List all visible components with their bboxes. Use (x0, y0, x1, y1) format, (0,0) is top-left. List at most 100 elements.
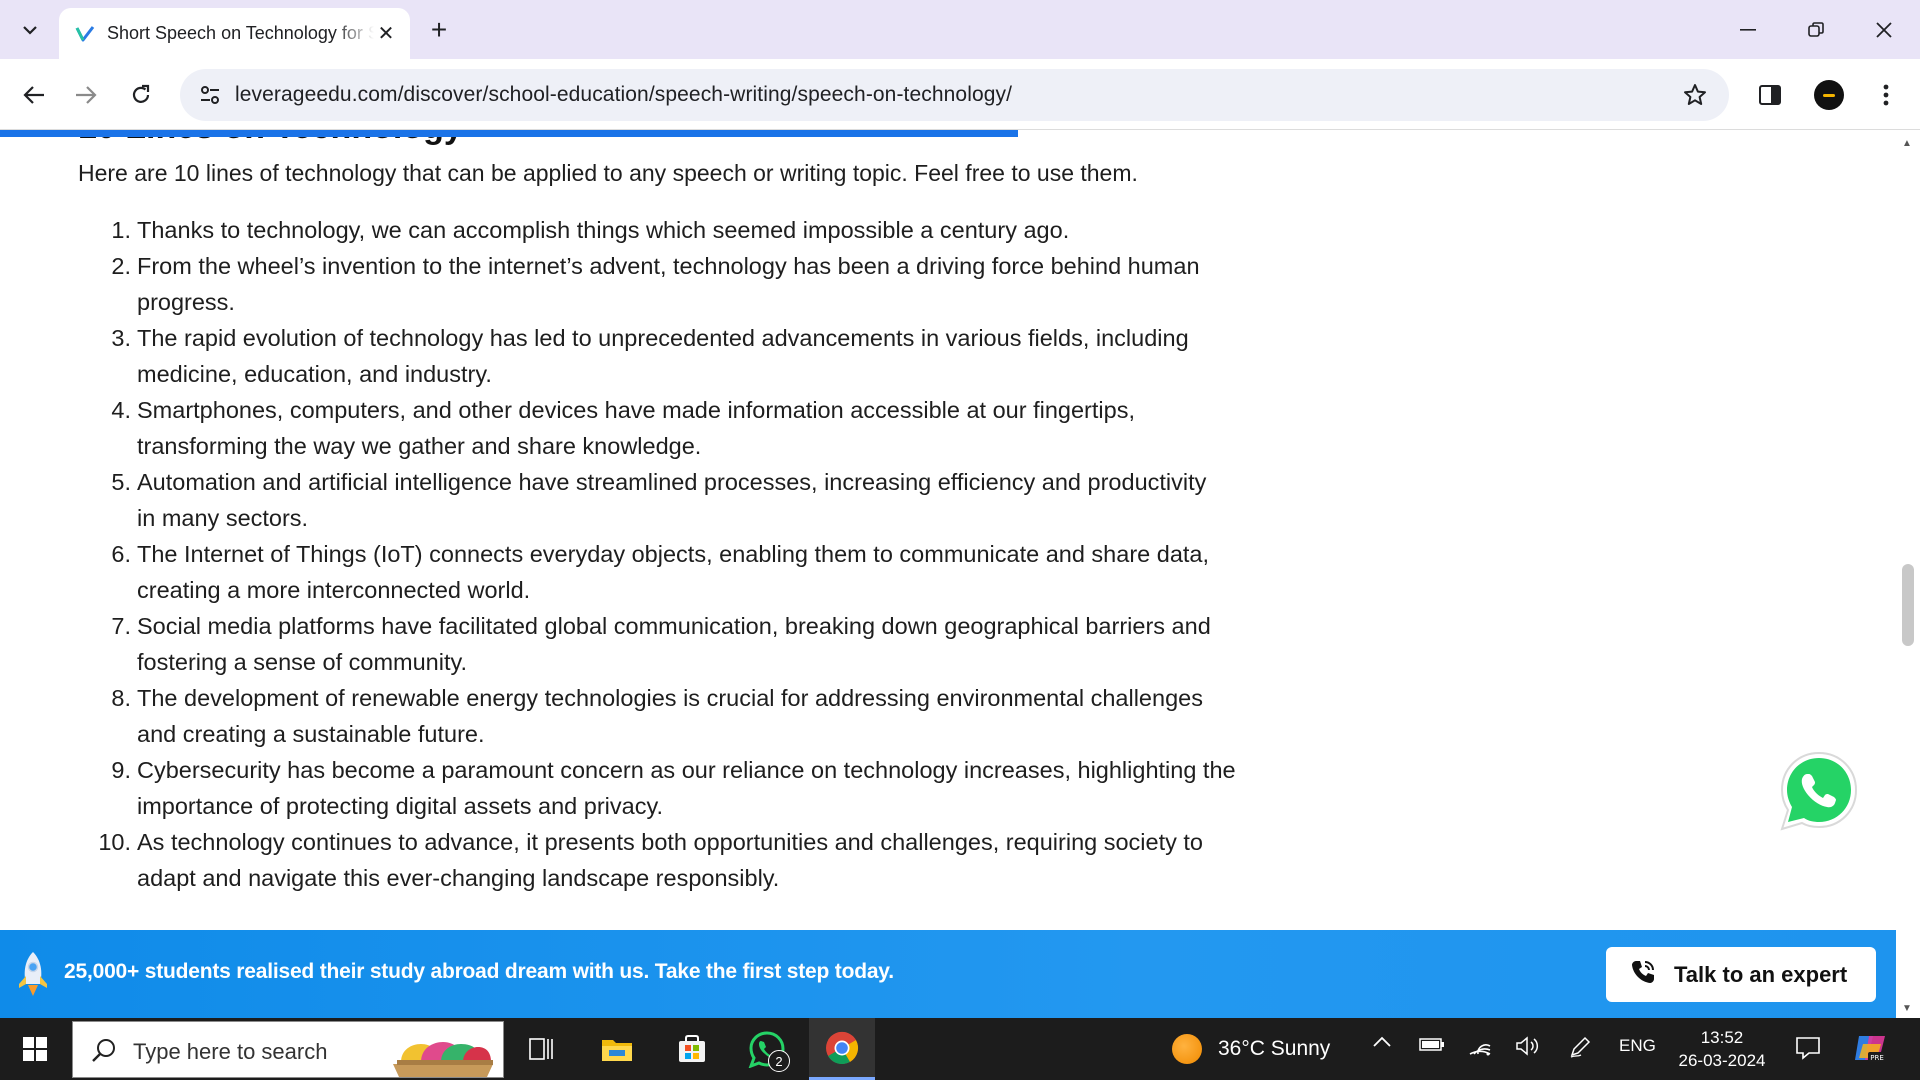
list-item-text: Social media platforms have facilitated … (137, 613, 1211, 639)
list-item-number: 6. (111, 541, 131, 567)
list-item: 6. The Internet of Things (IoT) connects … (90, 536, 1260, 572)
cta-label: Talk to an expert (1674, 961, 1848, 987)
active-tab[interactable]: Short Speech on Technology for Students … (59, 8, 410, 59)
search-placeholder: Type here to search (133, 1039, 328, 1064)
list-item-number (90, 788, 137, 824)
list-item: 3. The rapid evolution of technology has … (90, 320, 1260, 356)
copilot-icon[interactable]: PRE (1853, 1032, 1887, 1064)
list-item-text: importance of protecting digital assets … (137, 793, 663, 819)
list-item-number: 9. (111, 757, 131, 783)
address-bar[interactable]: leverageedu.com/discover/school-educatio… (180, 69, 1729, 121)
chrome-icon[interactable] (809, 1018, 875, 1080)
tab-title: Short Speech on Technology for Students (107, 23, 374, 43)
weather-text: 36°C Sunny (1218, 1037, 1331, 1060)
reload-icon[interactable] (121, 75, 161, 115)
sun-icon (1172, 1034, 1202, 1064)
windows-start-icon[interactable] (0, 1018, 70, 1080)
wifi-icon[interactable] (1468, 1036, 1492, 1056)
list-item-number (90, 572, 137, 608)
scroll-thumb[interactable] (1902, 564, 1914, 646)
list-item-number (90, 284, 137, 320)
list-item: 7. Social media platforms have facilitate… (90, 608, 1260, 644)
volume-icon[interactable] (1515, 1036, 1541, 1056)
list-item-text: Thanks to technology, we can accomplish … (137, 217, 1070, 243)
list-item: and creating a sustainable future. (90, 716, 1260, 752)
list-item-text: adapt and navigate this ever-changing la… (137, 865, 780, 891)
restore-button[interactable] (1782, 0, 1850, 59)
whatsapp-app-icon[interactable]: 2 (734, 1018, 800, 1080)
menu-icon[interactable] (1866, 75, 1906, 115)
list-item-number (90, 500, 137, 536)
forward-icon[interactable] (66, 75, 106, 115)
store-icon[interactable] (659, 1018, 725, 1080)
talk-to-expert-button[interactable]: Talk to an expert (1606, 947, 1876, 1002)
page-scrollbar[interactable]: ▲ ▼ (1896, 130, 1920, 1018)
language-indicator[interactable]: ENG (1619, 1036, 1656, 1056)
pen-icon[interactable] (1569, 1036, 1591, 1058)
list-item-number (90, 860, 137, 896)
list-item-number: 2. (111, 253, 131, 279)
list-item: fostering a sense of community. (90, 644, 1260, 680)
task-view-icon[interactable] (508, 1018, 574, 1080)
scroll-up-arrow[interactable]: ▲ (1902, 138, 1912, 149)
profile-avatar[interactable] (1809, 75, 1849, 115)
notification-badge: 2 (768, 1050, 790, 1072)
list-item-text: transforming the way we gather and share… (137, 433, 702, 459)
new-tab-button[interactable]: + (421, 12, 457, 48)
list-item: 2. From the wheel’s invention to the inte… (90, 248, 1260, 284)
back-icon[interactable] (14, 75, 54, 115)
url-text[interactable]: leverageedu.com/discover/school-educatio… (235, 83, 1012, 107)
weather-widget[interactable]: 36°C Sunny (1172, 1034, 1330, 1064)
list-item-number: 4. (111, 397, 131, 423)
clock-date: 26-03-2024 (1678, 1051, 1766, 1070)
list-item-text: The Internet of Things (IoT) connects ev… (137, 541, 1210, 567)
clock-time: 13:52 (1700, 1028, 1744, 1047)
list-item-text: progress. (137, 289, 235, 315)
side-panel-icon[interactable] (1750, 75, 1790, 115)
search-icon (91, 1037, 117, 1068)
star-icon[interactable] (1679, 79, 1711, 111)
list-item-text: in many sectors. (137, 505, 309, 531)
list-item-number (90, 716, 137, 752)
clock[interactable]: 13:52 26-03-2024 (1672, 1026, 1772, 1072)
tab-close-button[interactable]: ✕ (374, 22, 398, 46)
whatsapp-icon[interactable] (1777, 749, 1861, 833)
tab-search-icon[interactable] (10, 10, 50, 50)
list-item: 1. Thanks to technology, we can accomplis… (90, 212, 1260, 248)
list-item-text: Cybersecurity has become a paramount con… (137, 757, 1236, 783)
list-item-text: Smartphones, computers, and other device… (137, 397, 1135, 423)
browser-toolbar: leverageedu.com/discover/school-educatio… (0, 59, 1920, 130)
list-item-text: As technology continues to advance, it p… (137, 829, 1204, 855)
list-item: medicine, education, and industry. (90, 356, 1260, 392)
phone-icon (1630, 959, 1656, 990)
window-close-button[interactable] (1850, 0, 1918, 59)
site-info-icon[interactable] (194, 79, 226, 111)
chevron-up-icon[interactable] (1372, 1036, 1392, 1048)
list-item: creating a more interconnected world. (90, 572, 1260, 608)
list-item-text: and creating a sustainable future. (137, 721, 485, 747)
list-item: 10. As technology continues to advance, i… (90, 824, 1260, 860)
scroll-down-arrow[interactable]: ▼ (1902, 1003, 1912, 1014)
list-item-number: 1. (111, 217, 131, 243)
list-item: progress. (90, 284, 1260, 320)
svg-text:PRE: PRE (1870, 1054, 1884, 1062)
web-page: 10 Lines on Technology Here are 10 lines… (0, 130, 1896, 1018)
taskbar-search-box[interactable]: Type here to search (72, 1021, 504, 1078)
file-explorer-icon[interactable] (584, 1018, 650, 1080)
list-item-text: From the wheel’s invention to the intern… (137, 253, 1200, 279)
technology-lines-list: 1. Thanks to technology, we can accomplis… (90, 212, 1260, 896)
intro-paragraph: Here are 10 lines of technology that can… (78, 160, 1138, 186)
list-item: 5. Automation and artificial intelligence… (90, 464, 1260, 500)
list-item: adapt and navigate this ever-changing la… (90, 860, 1260, 896)
battery-icon[interactable] (1419, 1036, 1445, 1052)
minimize-button[interactable] (1714, 0, 1782, 59)
page-load-progress-bar (0, 130, 1018, 137)
list-item-number (90, 644, 137, 680)
list-item-number: 3. (111, 325, 131, 351)
leverage-favicon (75, 24, 95, 44)
notification-icon[interactable] (1795, 1036, 1821, 1060)
list-item-text: The development of renewable energy tech… (137, 685, 1203, 711)
list-item-text: medicine, education, and industry. (137, 361, 492, 387)
list-item-text: The rapid evolution of technology has le… (137, 325, 1189, 351)
list-item-number: 5. (111, 469, 131, 495)
